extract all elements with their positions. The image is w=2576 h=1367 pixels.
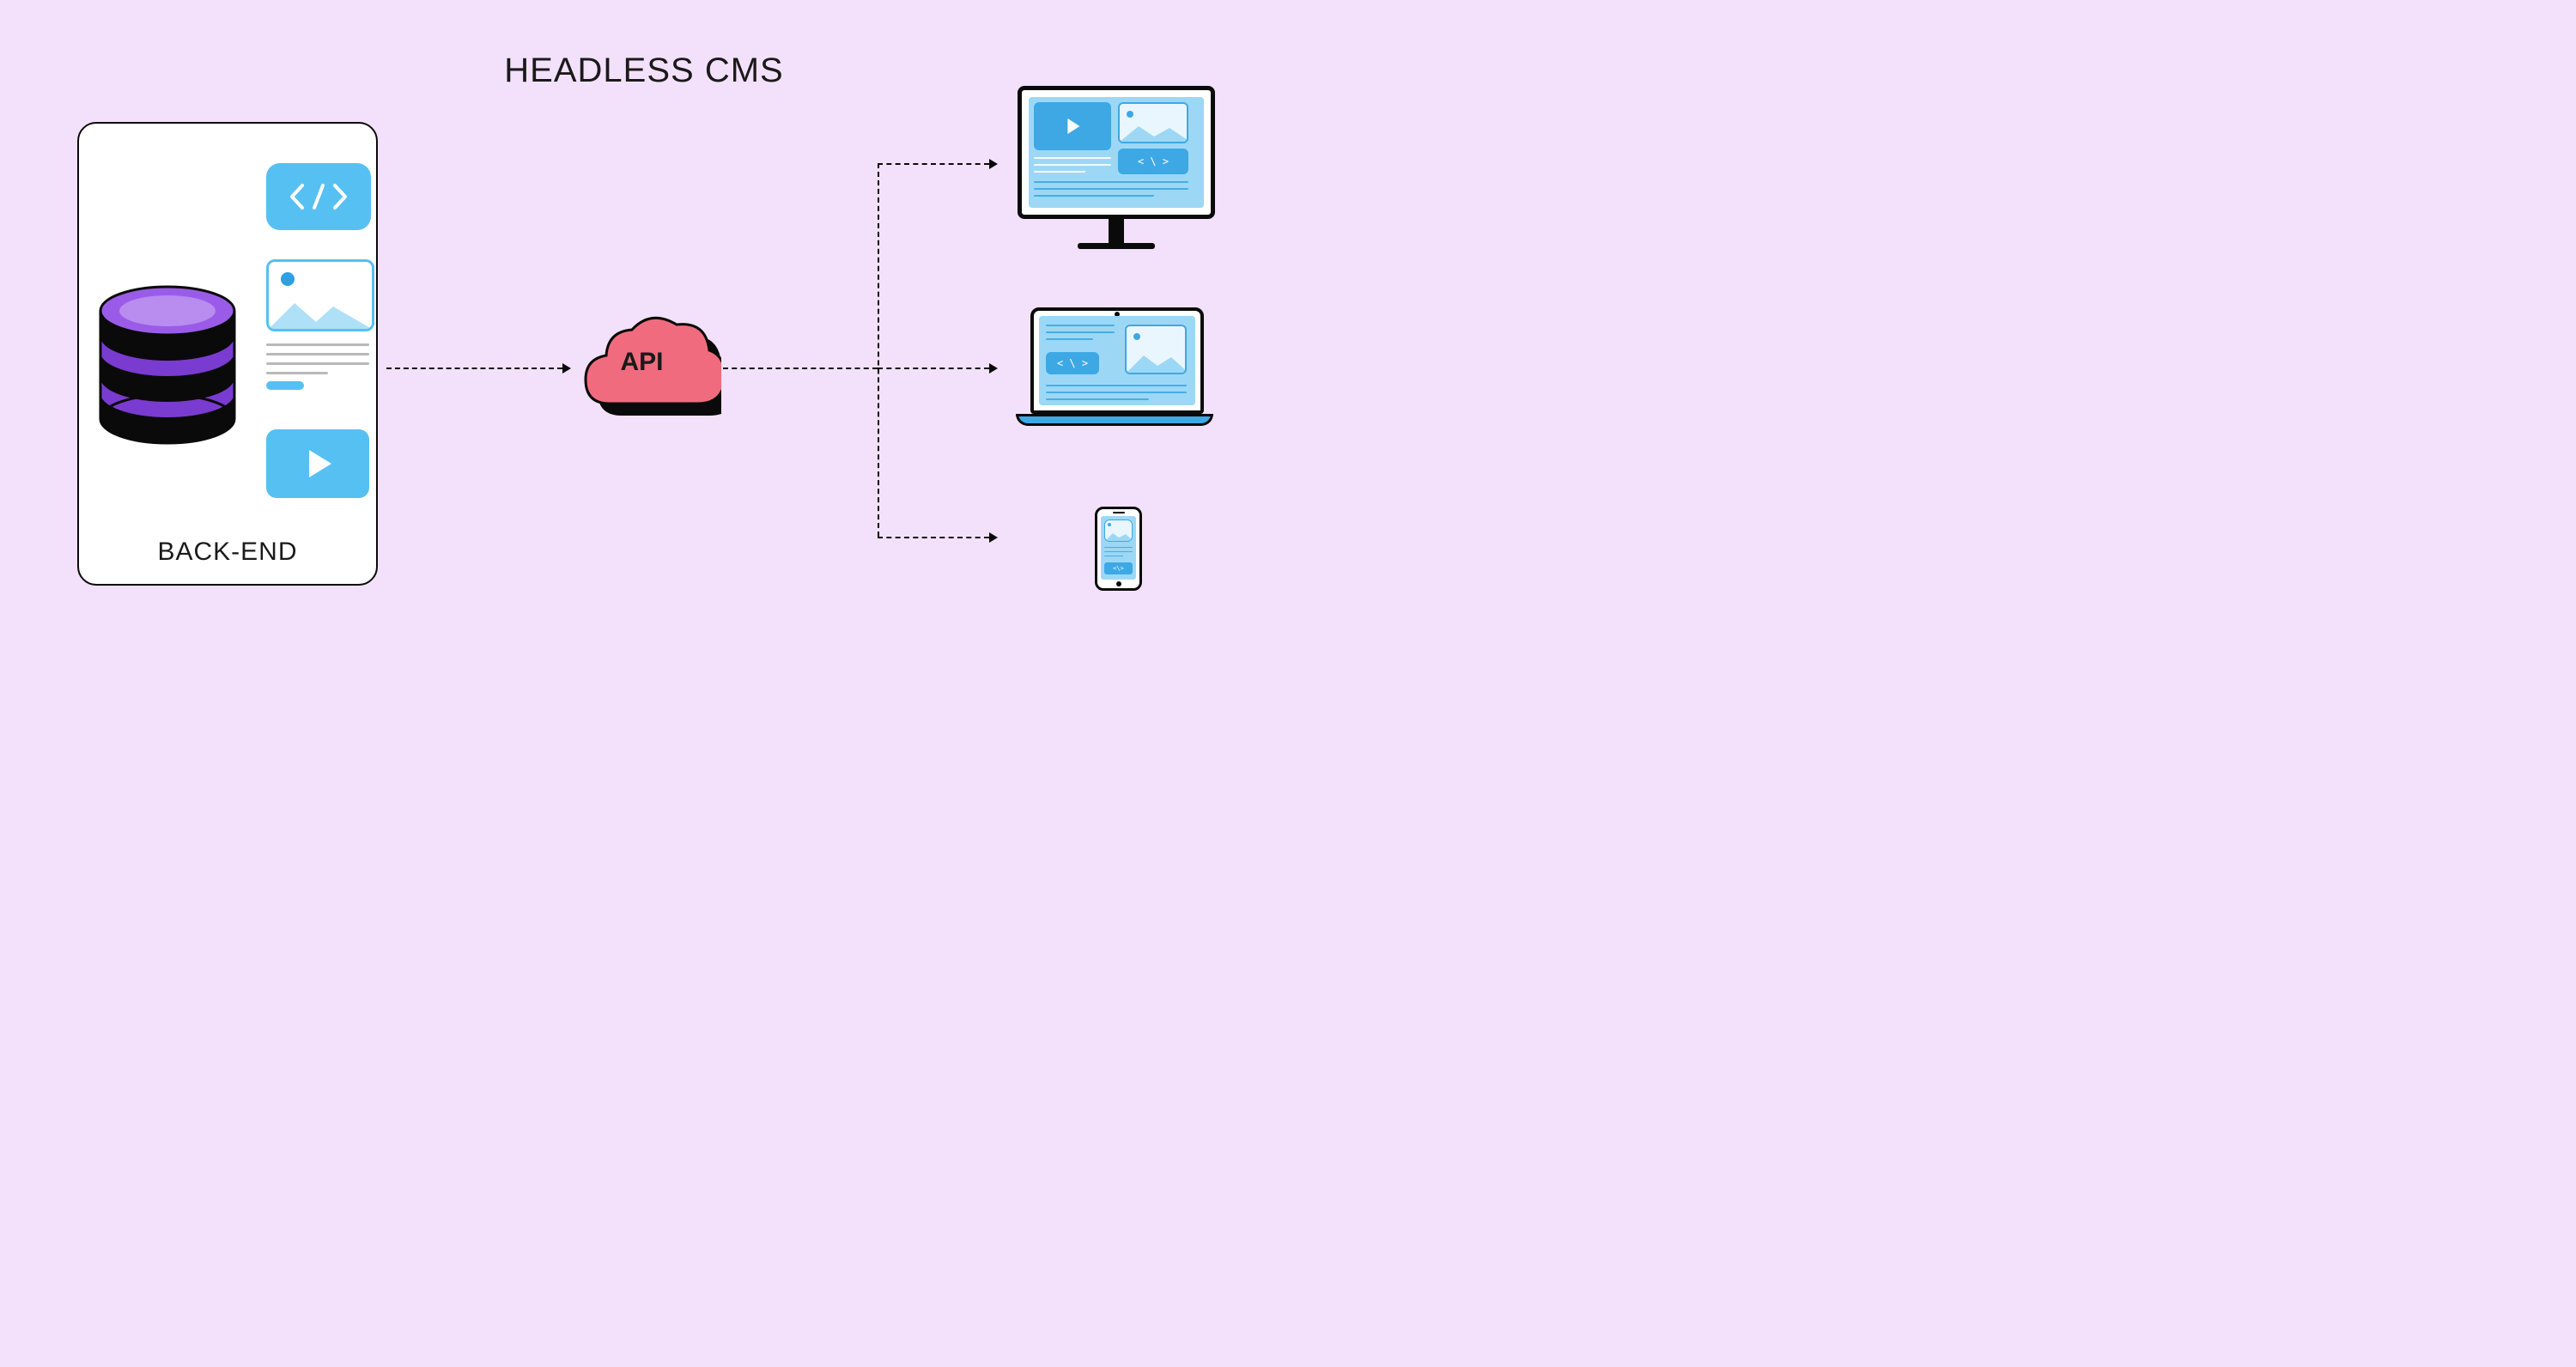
text-lines-icon xyxy=(266,343,369,390)
arrow-api-out xyxy=(723,368,878,369)
diagram-canvas: HEADLESS CMS BACK-END xyxy=(0,0,1288,684)
arrow-backend-to-api xyxy=(386,368,562,369)
arrow-vertical-split xyxy=(878,163,879,537)
phone-device-icon: <\> xyxy=(1095,507,1142,591)
arrow-to-phone xyxy=(878,537,989,538)
arrow-to-desktop xyxy=(878,163,989,165)
arrowhead-icon xyxy=(989,363,998,374)
api-label: API xyxy=(575,309,708,404)
database-icon xyxy=(94,283,240,451)
api-cloud: API xyxy=(575,309,721,421)
laptop-device-icon: < \ > xyxy=(1030,307,1213,426)
desktop-device-icon: < \ > xyxy=(1018,86,1215,249)
arrowhead-icon xyxy=(989,532,998,543)
arrow-to-laptop xyxy=(878,368,989,369)
arrowhead-icon xyxy=(562,363,571,374)
diagram-title: HEADLESS CMS xyxy=(0,52,1288,90)
video-block-icon xyxy=(266,429,369,498)
arrowhead-icon xyxy=(989,159,998,169)
image-block-icon xyxy=(266,259,374,331)
backend-label: BACK-END xyxy=(79,538,376,567)
code-block-icon xyxy=(266,163,371,230)
